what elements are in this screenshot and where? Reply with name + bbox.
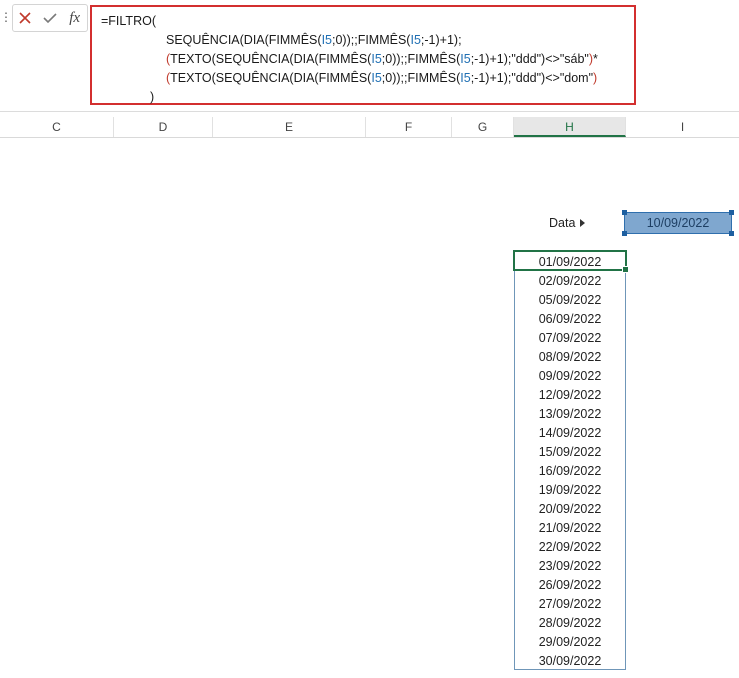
date-list-item[interactable]: 20/09/2022 — [515, 500, 625, 519]
formula-line-3: (TEXTO(SEQUÊNCIA(DIA(FIMMÊS(I5;0));;FIMM… — [166, 52, 598, 66]
column-header-c[interactable]: C — [0, 117, 114, 137]
column-header-d[interactable]: D — [114, 117, 213, 137]
date-list-item[interactable]: 28/09/2022 — [515, 614, 625, 633]
data-label-text: Data — [549, 216, 576, 230]
date-list-item[interactable]: 05/09/2022 — [515, 291, 625, 310]
date-list-item[interactable]: 07/09/2022 — [515, 329, 625, 348]
formula-bar: ⋮ fx =FILTRO( SEQUÊNCIA(DIA(FIMMÊS(I5;0)… — [0, 0, 739, 112]
date-list-item[interactable]: 12/09/2022 — [515, 386, 625, 405]
date-cell[interactable]: 10/09/2022 — [624, 212, 732, 234]
date-list-item[interactable]: 22/09/2022 — [515, 538, 625, 557]
date-list-item[interactable]: 16/09/2022 — [515, 462, 625, 481]
date-list-item[interactable]: 19/09/2022 — [515, 481, 625, 500]
selection-handle[interactable] — [622, 210, 627, 215]
selection-handle[interactable] — [729, 210, 734, 215]
fx-icon[interactable]: fx — [65, 8, 85, 28]
date-list-item[interactable]: 15/09/2022 — [515, 443, 625, 462]
formula-line-1: =FILTRO( — [101, 14, 156, 28]
formula-line-5: ) — [150, 90, 155, 104]
date-list-item[interactable]: 29/09/2022 — [515, 633, 625, 652]
formula-buttons: fx — [12, 4, 88, 32]
date-list-item[interactable]: 14/09/2022 — [515, 424, 625, 443]
date-list-item[interactable]: 13/09/2022 — [515, 405, 625, 424]
more-options-icon[interactable]: ⋮ — [0, 10, 12, 24]
x-icon[interactable] — [15, 8, 35, 28]
filtered-dates-list: 01/09/2022 02/09/2022 05/09/2022 06/09/2022… — [514, 251, 626, 670]
date-list-item[interactable]: 01/09/2022 — [515, 253, 625, 272]
formula-line-4: (TEXTO(SEQUÊNCIA(DIA(FIMMÊS(I5;0));;FIMM… — [166, 71, 598, 85]
date-list-item[interactable]: 30/09/2022 — [515, 652, 625, 671]
column-header-i[interactable]: I — [626, 117, 739, 137]
data-label: Data — [549, 216, 586, 230]
selection-handle[interactable] — [622, 231, 627, 236]
date-list-item[interactable]: 21/09/2022 — [515, 519, 625, 538]
formula-line-2: SEQUÊNCIA(DIA(FIMMÊS(I5;0));;FIMMÊS(I5;-… — [166, 33, 462, 47]
column-header-row: C D E F G H I — [0, 117, 739, 138]
date-list-item[interactable]: 26/09/2022 — [515, 576, 625, 595]
column-header-e[interactable]: E — [213, 117, 366, 137]
date-list-item[interactable]: 02/09/2022 — [515, 272, 625, 291]
formula-input[interactable]: =FILTRO( SEQUÊNCIA(DIA(FIMMÊS(I5;0));;FI… — [90, 5, 636, 105]
date-list-item[interactable]: 08/09/2022 — [515, 348, 625, 367]
check-icon[interactable] — [40, 8, 60, 28]
column-header-f[interactable]: F — [366, 117, 452, 137]
date-list-item[interactable]: 23/09/2022 — [515, 557, 625, 576]
arrow-right-icon — [580, 219, 586, 227]
column-header-g[interactable]: G — [452, 117, 514, 137]
date-list-item[interactable]: 06/09/2022 — [515, 310, 625, 329]
column-header-h[interactable]: H — [514, 117, 626, 137]
date-list-item[interactable]: 27/09/2022 — [515, 595, 625, 614]
date-list-item[interactable]: 09/09/2022 — [515, 367, 625, 386]
formula-bar-divider — [0, 111, 739, 112]
selection-handle[interactable] — [729, 231, 734, 236]
